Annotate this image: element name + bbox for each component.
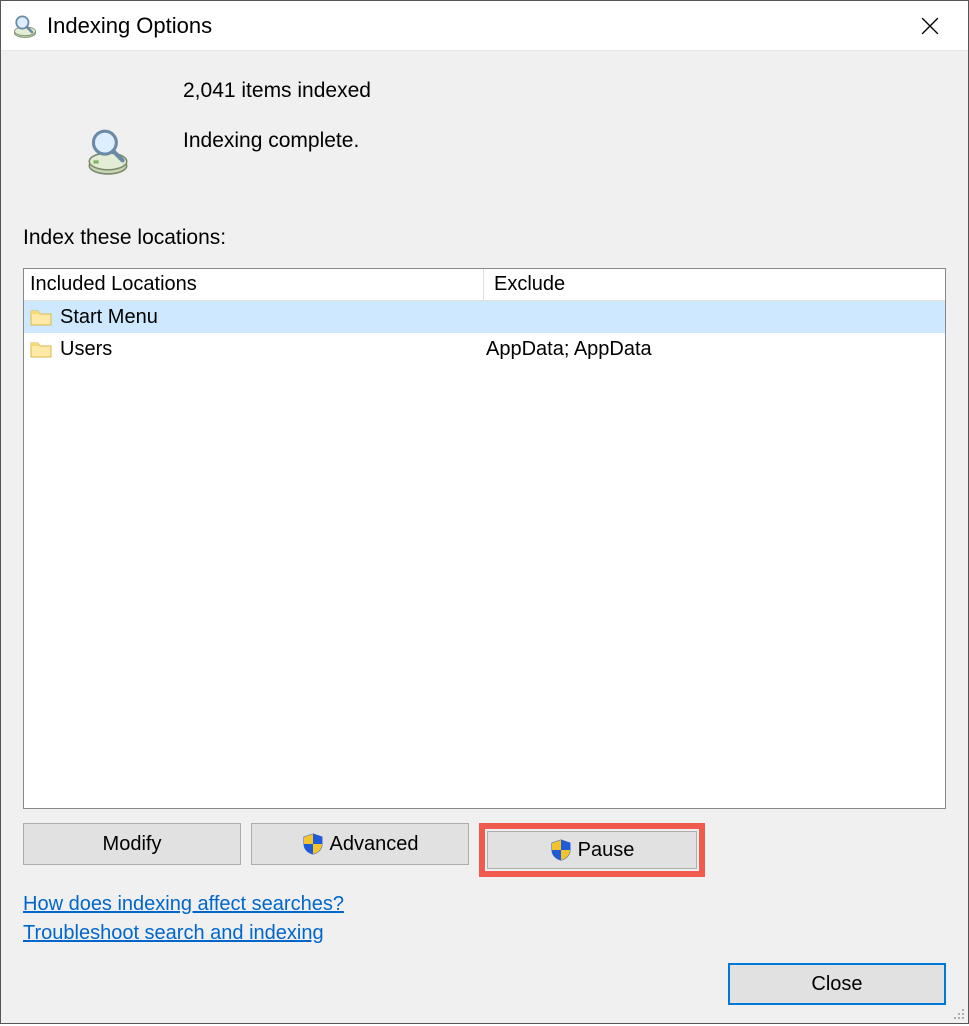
close-icon bbox=[921, 17, 939, 35]
advanced-label: Advanced bbox=[330, 833, 419, 856]
indexing-state-text: Indexing complete. bbox=[183, 129, 371, 153]
modify-label: Modify bbox=[103, 833, 162, 856]
folder-icon bbox=[30, 307, 52, 327]
list-body: Start Menu Users AppData; AppData bbox=[24, 301, 945, 808]
help-link[interactable]: How does indexing affect searches? bbox=[23, 893, 344, 916]
app-icon bbox=[11, 12, 39, 40]
list-row[interactable]: Start Menu bbox=[24, 301, 945, 333]
advanced-button[interactable]: Advanced bbox=[251, 823, 469, 865]
troubleshoot-link[interactable]: Troubleshoot search and indexing bbox=[23, 922, 324, 945]
shield-icon bbox=[550, 839, 572, 861]
row-name: Users bbox=[60, 338, 112, 361]
modify-button[interactable]: Modify bbox=[23, 823, 241, 865]
pause-button[interactable]: Pause bbox=[487, 831, 697, 869]
close-button[interactable]: Close bbox=[728, 963, 946, 1005]
window-close-button[interactable] bbox=[900, 5, 960, 47]
column-header-included[interactable]: Included Locations bbox=[24, 269, 484, 300]
resize-grip[interactable] bbox=[949, 1004, 965, 1020]
items-indexed-text: 2,041 items indexed bbox=[183, 79, 371, 103]
row-exclude: AppData; AppData bbox=[484, 338, 945, 361]
column-header-exclude[interactable]: Exclude bbox=[484, 269, 945, 300]
list-row[interactable]: Users AppData; AppData bbox=[24, 333, 945, 365]
dialog-footer: Close bbox=[23, 963, 946, 1005]
index-locations-label: Index these locations: bbox=[23, 226, 946, 250]
pause-label: Pause bbox=[578, 839, 635, 862]
dialog-content: 2,041 items indexed Indexing complete. I… bbox=[1, 51, 968, 1023]
locations-listbox[interactable]: Included Locations Exclude Start Menu bbox=[23, 268, 946, 809]
shield-icon bbox=[302, 833, 324, 855]
row-name: Start Menu bbox=[60, 306, 158, 329]
window-title: Indexing Options bbox=[47, 13, 900, 39]
indexing-status: 2,041 items indexed Indexing complete. bbox=[33, 71, 946, 176]
indexing-options-dialog: Indexing Options bbox=[0, 0, 969, 1024]
pause-highlight: Pause bbox=[479, 823, 705, 877]
titlebar: Indexing Options bbox=[1, 1, 968, 51]
action-buttons: Modify Advanced Pause bbox=[23, 823, 946, 877]
folder-icon bbox=[30, 339, 52, 359]
list-header: Included Locations Exclude bbox=[24, 269, 945, 301]
help-links: How does indexing affect searches? Troub… bbox=[23, 893, 946, 945]
drive-search-icon bbox=[83, 126, 133, 176]
